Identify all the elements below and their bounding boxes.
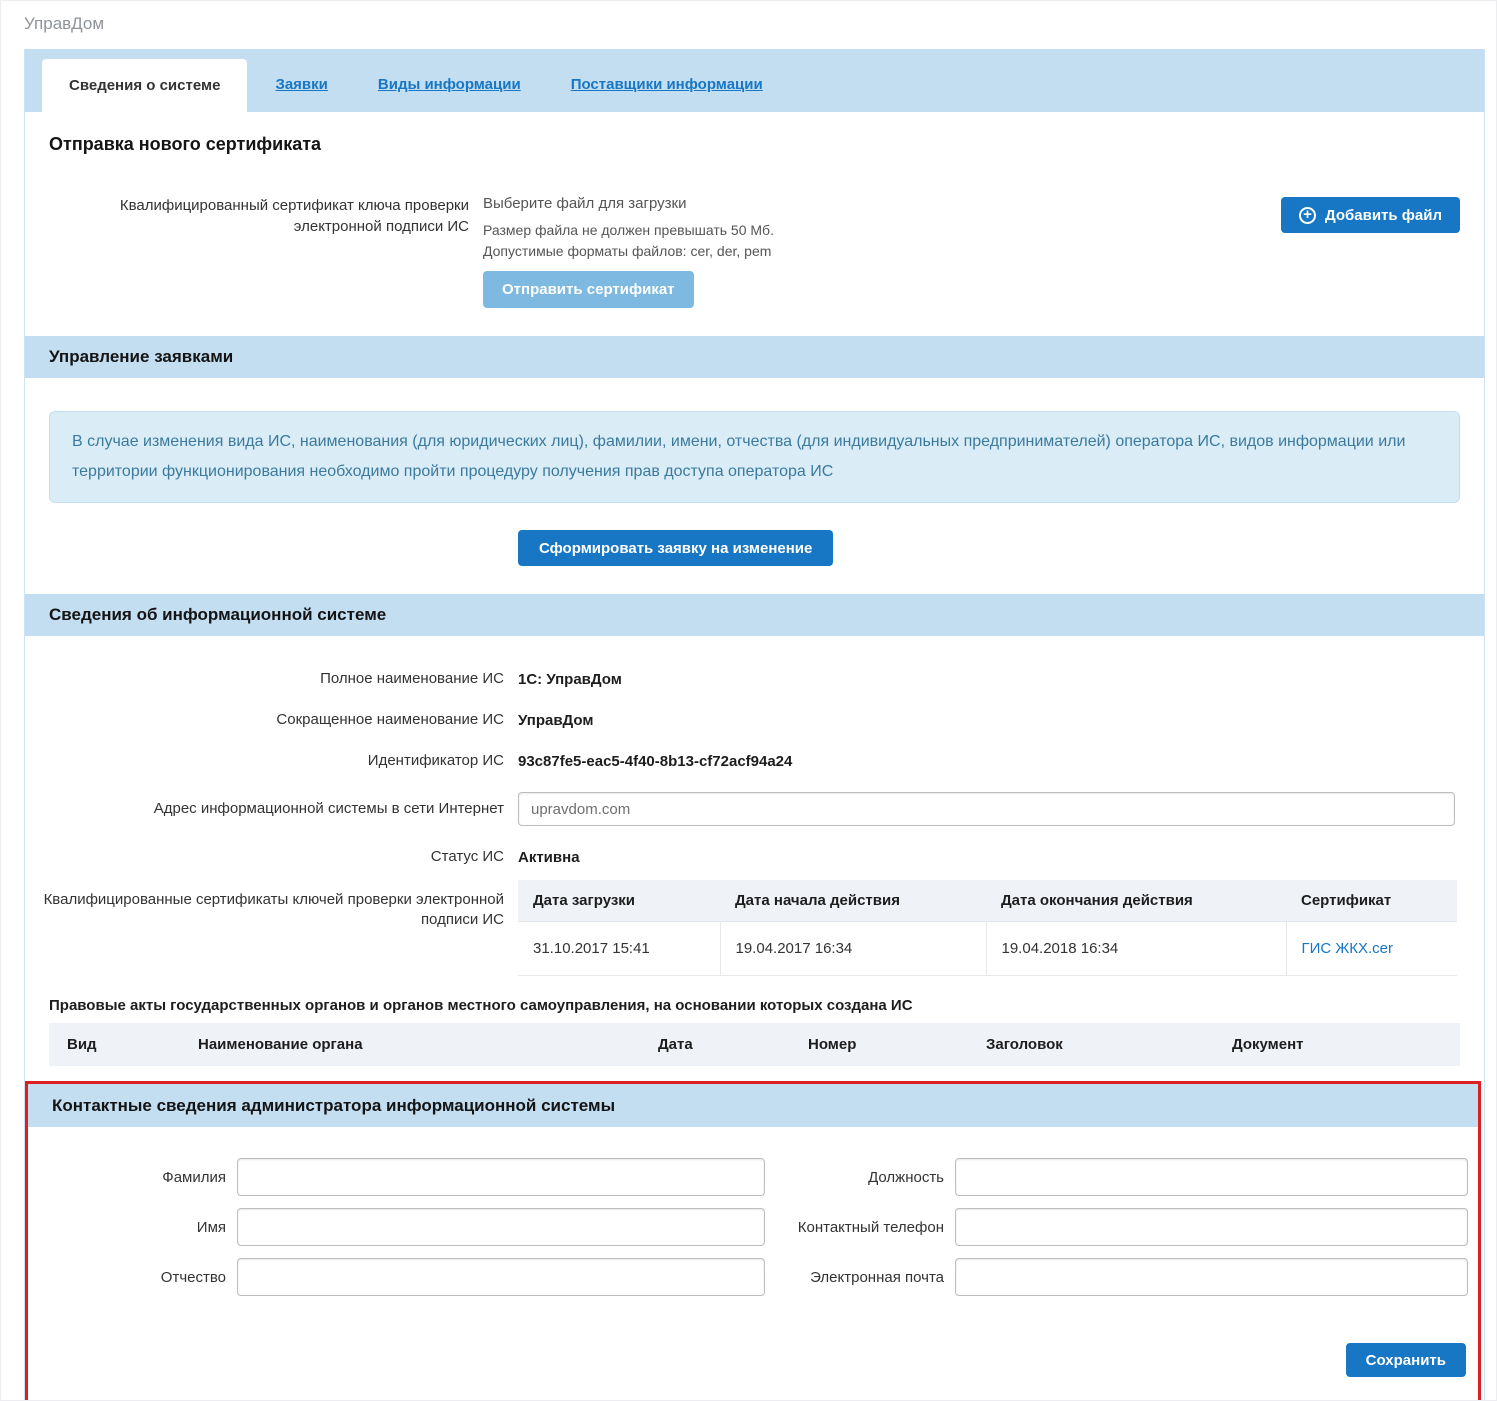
cert-upload-title: Отправка нового сертификата [49, 134, 1484, 155]
email-row: Электронная почта [765, 1258, 1468, 1296]
contacts-left-column: Фамилия Имя Отчество [28, 1158, 765, 1308]
send-certificate-button[interactable]: Отправить сертификат [483, 271, 694, 308]
cert-upload-info: Выберите файл для загрузки Размер файла … [483, 195, 1281, 308]
short-name-row: Сокращенное наименование ИС УправДом [25, 710, 1484, 730]
position-row: Должность [765, 1158, 1468, 1196]
tab-content: Отправка нового сертификата Квалифициров… [25, 134, 1484, 1401]
page-title: УправДом [24, 14, 1496, 34]
col-act-type: Вид [67, 1036, 198, 1053]
col-valid-to: Дата окончания действия [986, 880, 1286, 922]
admin-contacts-header: Контактные сведения администратора инфор… [28, 1084, 1478, 1127]
phone-label: Контактный телефон [765, 1219, 955, 1236]
tab-information-providers[interactable]: Поставщики информации [571, 76, 763, 93]
col-act-authority: Наименование органа [198, 1036, 658, 1053]
col-upload-date: Дата загрузки [518, 880, 720, 922]
contacts-right-column: Должность Контактный телефон Электронная… [765, 1158, 1478, 1308]
full-name-label: Полное наименование ИС [25, 669, 518, 689]
status-row: Статус ИС Активна [25, 847, 1484, 867]
address-input[interactable] [518, 792, 1455, 826]
patronymic-label: Отчество [28, 1269, 237, 1286]
col-certificate: Сертификат [1286, 880, 1457, 922]
cell-upload-date: 31.10.2017 15:41 [518, 922, 720, 976]
tab-bar: Сведения о системе Заявки Виды информаци… [25, 49, 1484, 112]
system-info-section-title: Сведения об информационной системе [49, 605, 386, 625]
cell-valid-from: 19.04.2017 16:34 [720, 922, 986, 976]
add-file-button[interactable]: + Добавить файл [1281, 197, 1460, 233]
add-file-button-label: Добавить файл [1325, 207, 1442, 224]
create-change-request-button[interactable]: Сформировать заявку на изменение [518, 530, 833, 566]
short-name-value: УправДом [518, 712, 593, 729]
patronymic-row: Отчество [28, 1258, 765, 1296]
file-size-hint: Размер файла не должен превышать 50 Мб. [483, 222, 1281, 238]
phone-input[interactable] [955, 1208, 1468, 1246]
full-name-value: 1С: УправДом [518, 671, 622, 688]
certificate-table-row: 31.10.2017 15:41 19.04.2017 16:34 19.04.… [518, 922, 1457, 976]
legal-acts-table-header: Вид Наименование органа Дата Номер Загол… [49, 1023, 1460, 1066]
save-button[interactable]: Сохранить [1346, 1343, 1466, 1377]
address-label: Адрес информационной системы в сети Инте… [25, 799, 518, 819]
col-act-number: Номер [808, 1036, 986, 1053]
certificates-label: Квалифицированные сертификаты ключей про… [25, 880, 518, 930]
surname-input[interactable] [237, 1158, 765, 1196]
patronymic-input[interactable] [237, 1258, 765, 1296]
certificates-table-header-row: Дата загрузки Дата начала действия Дата … [518, 880, 1457, 922]
tab-system-info[interactable]: Сведения о системе [42, 59, 247, 112]
surname-row: Фамилия [28, 1158, 765, 1196]
col-valid-from: Дата начала действия [720, 880, 986, 922]
cell-valid-to: 19.04.2018 16:34 [986, 922, 1286, 976]
system-info-section-header: Сведения об информационной системе [25, 594, 1484, 636]
email-label: Электронная почта [765, 1269, 955, 1286]
name-input[interactable] [237, 1208, 765, 1246]
legal-acts-label: Правовые акты государственных органов и … [49, 997, 1460, 1014]
main-panel: Сведения о системе Заявки Виды информаци… [24, 49, 1485, 1401]
status-label: Статус ИС [25, 847, 518, 867]
col-act-title: Заголовок [986, 1036, 1232, 1053]
admin-contacts-form: Фамилия Имя Отчество [28, 1158, 1478, 1308]
requests-section-header: Управление заявками [25, 336, 1484, 378]
requests-section-title: Управление заявками [49, 347, 233, 367]
address-row: Адрес информационной системы в сети Инте… [25, 792, 1484, 826]
col-act-date: Дата [658, 1036, 808, 1053]
name-row: Имя [28, 1208, 765, 1246]
name-label: Имя [28, 1219, 237, 1236]
admin-contacts-title: Контактные сведения администратора инфор… [52, 1096, 615, 1116]
certificates-row: Квалифицированные сертификаты ключей про… [25, 880, 1484, 976]
col-act-document: Документ [1232, 1036, 1460, 1053]
plus-icon: + [1299, 207, 1316, 224]
identifier-label: Идентификатор ИС [25, 751, 518, 771]
page: УправДом Сведения о системе Заявки Виды … [0, 0, 1497, 1401]
position-label: Должность [765, 1169, 955, 1186]
cert-field-label: Квалифицированный сертификат ключа прове… [49, 195, 483, 308]
tab-requests[interactable]: Заявки [275, 76, 327, 93]
certificate-file-link[interactable]: ГИС ЖКХ.cer [1302, 940, 1394, 957]
position-input[interactable] [955, 1158, 1468, 1196]
status-value: Активна [518, 849, 580, 866]
phone-row: Контактный телефон [765, 1208, 1468, 1246]
short-name-label: Сокращенное наименование ИС [25, 710, 518, 730]
email-input[interactable] [955, 1258, 1468, 1296]
identifier-value: 93c87fe5-eac5-4f40-8b13-cf72acf94a24 [518, 753, 792, 770]
full-name-row: Полное наименование ИС 1С: УправДом [25, 669, 1484, 689]
certificates-table: Дата загрузки Дата начала действия Дата … [518, 880, 1457, 976]
choose-file-text: Выберите файл для загрузки [483, 195, 1281, 212]
cert-upload-row: Квалифицированный сертификат ключа прове… [25, 195, 1484, 308]
file-format-hint: Допустимые форматы файлов: cer, der, pem [483, 243, 1281, 259]
admin-contacts-section: Контактные сведения администратора инфор… [25, 1081, 1481, 1401]
tab-information-types[interactable]: Виды информации [378, 76, 521, 93]
identifier-row: Идентификатор ИС 93c87fe5-eac5-4f40-8b13… [25, 751, 1484, 771]
surname-label: Фамилия [28, 1169, 237, 1186]
requests-notice: В случае изменения вида ИС, наименования… [49, 411, 1460, 503]
